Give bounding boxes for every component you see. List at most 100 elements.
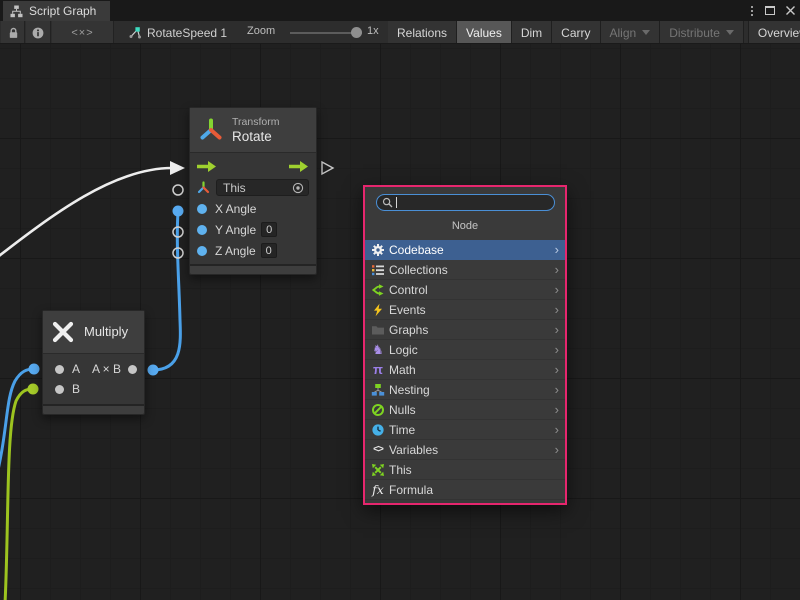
more-menu-icon[interactable] (749, 4, 755, 18)
chevron-right-icon: › (555, 423, 559, 436)
node-title: Rotate (232, 129, 279, 145)
maximize-icon[interactable] (765, 6, 775, 15)
x-angle-port[interactable] (197, 204, 207, 214)
graph-canvas[interactable]: Transform Rotate (0, 44, 800, 600)
chevron-right-icon: › (555, 443, 559, 456)
zoom-slider[interactable] (290, 21, 362, 44)
close-icon[interactable] (785, 5, 796, 16)
value-port-multiply-b-connected[interactable] (28, 384, 39, 395)
multiply-node-footer (43, 404, 144, 414)
flow-port-out-empty[interactable] (322, 162, 333, 174)
tab-bar: Script Graph (0, 0, 800, 21)
chevron-right-icon: › (555, 343, 559, 356)
finder-item-events[interactable]: Events › (365, 300, 565, 320)
multiply-node-header[interactable]: Multiply (43, 311, 144, 354)
y-angle-port-row: Y Angle 0 (190, 219, 316, 240)
wire-flow-white[interactable] (0, 168, 172, 263)
values-button[interactable]: Values (457, 21, 512, 44)
code-view-button[interactable]: <×> (52, 21, 114, 44)
carry-button[interactable]: Carry (552, 21, 600, 44)
fx-formula-icon: fx (370, 482, 386, 497)
finder-item-codebase[interactable]: Codebase › (365, 240, 565, 260)
branch-arrows-icon (370, 282, 386, 297)
x-angle-label: X Angle (215, 202, 256, 216)
z-angle-label: Z Angle (215, 244, 256, 258)
rotate-node-body: This X Angle Y Angle 0 (190, 153, 316, 264)
multiply-out-port[interactable] (128, 365, 137, 374)
finder-item-graphs[interactable]: Graphs › (365, 320, 565, 340)
finder-item-time[interactable]: Time › (365, 420, 565, 440)
finder-item-formula[interactable]: fx Formula (365, 480, 565, 500)
graph-node-icon (128, 26, 142, 40)
move-arrows-icon (370, 462, 386, 477)
node-search-input[interactable] (397, 197, 548, 209)
state-machine-icon (370, 382, 386, 397)
b-port-row: B (43, 379, 144, 399)
fuzzy-finder-popup: Node Codebase › (363, 185, 567, 505)
transform-mini-icon (197, 181, 210, 194)
y-angle-value-field[interactable]: 0 (261, 222, 277, 237)
distribute-dropdown[interactable]: Distribute (660, 21, 744, 44)
finder-item-this[interactable]: This (365, 460, 565, 480)
tab-script-graph[interactable]: Script Graph (3, 1, 110, 21)
unity-script-graph-window: Script Graph <×> (0, 0, 800, 600)
chevron-down-icon (642, 30, 650, 35)
value-port-xangle-connected[interactable] (173, 206, 184, 217)
align-dropdown[interactable]: Align (601, 21, 661, 44)
y-angle-port[interactable] (197, 225, 207, 235)
overview-button[interactable]: Overview (748, 21, 800, 44)
zoom-label: Zoom (247, 25, 275, 37)
flow-out-arrow-icon[interactable] (289, 161, 309, 172)
flow-in-arrow-icon[interactable] (197, 161, 217, 172)
lock-button[interactable] (1, 21, 25, 44)
zoom-value: 1x (367, 25, 379, 37)
finder-item-logic[interactable]: ♞ Logic › (365, 340, 565, 360)
node-search-box[interactable] (376, 194, 555, 211)
chevron-right-icon: › (555, 363, 559, 376)
wire-value-into-multiply-b[interactable] (5, 389, 33, 600)
chevron-right-icon: › (555, 263, 559, 276)
multiply-x-icon (51, 320, 75, 344)
node-transform-rotate[interactable]: Transform Rotate (189, 107, 317, 275)
chevron-right-icon: › (555, 283, 559, 296)
z-angle-port[interactable] (197, 246, 207, 256)
z-angle-value-field[interactable]: 0 (261, 243, 277, 258)
this-port-row: This (190, 177, 316, 198)
multiply-out-label: A × B (92, 362, 121, 376)
window-controls (749, 0, 796, 21)
finder-item-collections[interactable]: Collections › (365, 260, 565, 280)
wire-value-multiply-to-xangle[interactable] (153, 212, 180, 370)
chess-knight-icon: ♞ (370, 342, 386, 357)
lock-icon (6, 26, 20, 40)
finder-item-math[interactable]: π Math › (365, 360, 565, 380)
multiply-b-port[interactable] (55, 385, 64, 394)
value-port-multiply-out-connected[interactable] (148, 365, 159, 376)
chevron-right-icon: › (555, 383, 559, 396)
breadcrumb[interactable]: RotateSpeed 1 (128, 21, 227, 44)
value-port-this-empty[interactable] (173, 185, 183, 195)
multiply-a-label: A (72, 362, 80, 376)
pi-icon: π (370, 362, 386, 377)
flow-arrowhead (170, 161, 185, 175)
multiply-a-port[interactable] (55, 365, 64, 374)
breadcrumb-label: RotateSpeed 1 (147, 26, 227, 40)
graph-toolbar: <×> RotateSpeed 1 Zoom 1x Relations Valu… (0, 21, 800, 44)
relations-button[interactable]: Relations (388, 21, 457, 44)
node-multiply[interactable]: Multiply A A × B B (42, 310, 145, 415)
clock-icon (370, 422, 386, 437)
rotate-node-header[interactable]: Transform Rotate (190, 108, 316, 153)
info-button[interactable] (26, 21, 51, 44)
finder-item-control[interactable]: Control › (365, 280, 565, 300)
chevron-right-icon: › (555, 323, 559, 336)
multiply-b-label: B (72, 382, 80, 396)
finder-item-nulls[interactable]: Nulls › (365, 400, 565, 420)
lightning-icon (370, 302, 386, 317)
object-picker-icon[interactable] (292, 182, 304, 194)
zoom-slider-thumb[interactable] (351, 27, 362, 38)
tab-title: Script Graph (29, 4, 96, 18)
dim-button[interactable]: Dim (512, 21, 552, 44)
finder-item-variables[interactable]: <> Variables › (365, 440, 565, 460)
finder-item-nesting[interactable]: Nesting › (365, 380, 565, 400)
this-object-field[interactable]: This (216, 179, 309, 196)
value-port-multiply-a-connected[interactable] (29, 364, 40, 375)
